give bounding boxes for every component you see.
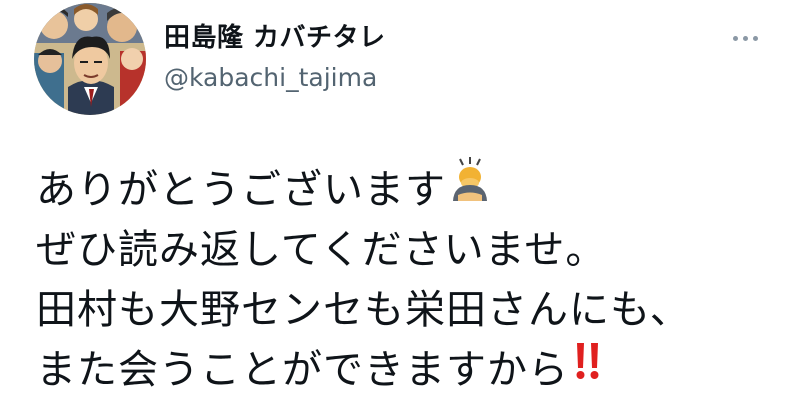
avatar[interactable] [34,3,146,115]
tweet-line-1: ありがとうございます [36,156,776,220]
tweet-line-3: 田村も大野センセも栄田さんにも、 [36,280,776,340]
tweet-text: ありがとうございます ぜひ読み返してくださいませ。 田村も大野センセも栄田さんに… [36,156,776,400]
more-dots-icon [752,35,758,41]
tweet-line-text: ありがとうございます [36,167,446,213]
double-exclamation-icon [573,338,603,398]
user-handle[interactable]: @kabachi_tajima [164,62,377,94]
tweet-line-4: また会うことができますから [36,340,776,400]
tweet-line-2: ぜひ読み返してくださいませ。 [36,220,776,280]
more-dots-icon [732,35,738,41]
tweet-line-text: 田村も大野センセも栄田さんにも、 [36,287,691,333]
tweet-line-text: また会うことができますから [36,347,569,393]
more-options-button[interactable] [722,22,768,54]
manga-characters-avatar-icon [34,3,146,115]
bowing-person-icon [450,156,490,220]
tweet-card: 田島隆 カバチタレ @kabachi_tajima ありがとうございます ぜひ読… [0,0,800,419]
tweet-line-text: ぜひ読み返してくださいませ。 [36,227,607,273]
display-name[interactable]: 田島隆 カバチタレ [164,22,386,54]
more-dots-icon [742,35,748,41]
